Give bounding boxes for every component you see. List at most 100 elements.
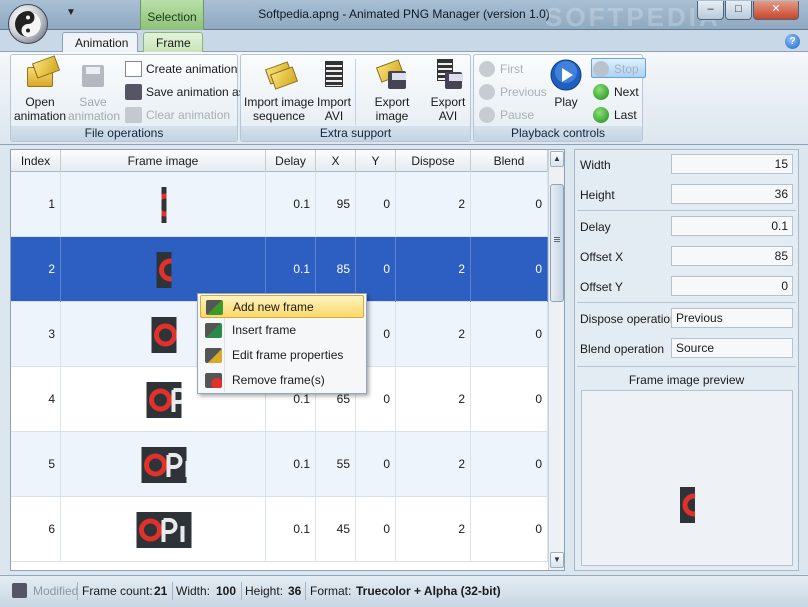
first-frame-button[interactable]: First: [478, 59, 523, 79]
frame-thumbnail: [146, 381, 181, 418]
next-frame-button[interactable]: Next: [592, 82, 639, 102]
menu-item-insert-frame[interactable]: Insert frame: [200, 319, 364, 342]
table-row[interactable]: 5 0.1 55 0 2 0: [11, 432, 548, 497]
status-modified: Modified: [33, 584, 79, 598]
status-height-label: Height:: [245, 584, 284, 598]
group-label-extra-support: Extra support: [241, 126, 470, 141]
cell-frame-image: [61, 172, 266, 237]
status-format-label: Format:: [310, 584, 352, 598]
insert-frame-icon: [205, 323, 222, 338]
column-header-blend[interactable]: Blend: [471, 150, 548, 172]
column-header-delay[interactable]: Delay: [266, 150, 316, 172]
group-label-file-operations: File operations: [11, 126, 237, 141]
save-disk-icon: [77, 59, 109, 91]
cell-x: 95: [316, 172, 356, 237]
stop-button[interactable]: Stop: [591, 58, 646, 78]
open-folder-icon: [24, 55, 61, 91]
status-width: 100: [216, 584, 237, 598]
ribbon: Open animation Save animation Create ani…: [0, 52, 808, 145]
pause-icon: [479, 107, 495, 123]
clear-animation-button[interactable]: Clear animation: [124, 105, 230, 125]
open-animation-button[interactable]: Open animation: [13, 55, 67, 125]
add-frame-icon: [206, 300, 223, 315]
scroll-up-arrow-icon[interactable]: ▲: [550, 151, 564, 167]
cell-frame-image: [61, 497, 266, 562]
pause-button[interactable]: Pause: [478, 105, 534, 125]
status-frame-count-label: Frame count:: [82, 584, 153, 598]
import-image-sequence-button[interactable]: Import image sequence: [243, 57, 315, 125]
play-button[interactable]: Play: [546, 57, 586, 125]
column-header-y[interactable]: Y: [356, 150, 396, 172]
property-separator: [577, 210, 796, 211]
grid-vertical-scrollbar[interactable]: ▲ ▼: [548, 150, 564, 570]
play-icon: [550, 59, 582, 91]
menu-item-remove-frames[interactable]: Remove frame(s): [200, 369, 364, 392]
tab-animation[interactable]: Animation: [62, 32, 138, 53]
table-row[interactable]: 1 0.1 95 0 2 0: [11, 172, 548, 237]
app-menu-orb[interactable]: [8, 4, 48, 44]
cell-dispose: 2: [396, 432, 471, 497]
column-header-frame-image[interactable]: Frame image: [61, 150, 266, 172]
tab-frame[interactable]: Frame: [143, 32, 203, 53]
ribbon-separator: [355, 59, 356, 125]
status-frame-count: 21: [154, 584, 168, 598]
import-avi-button[interactable]: Import AVI: [315, 57, 353, 125]
help-icon[interactable]: ?: [785, 34, 800, 49]
cell-blend: 0: [471, 367, 548, 432]
last-frame-button[interactable]: Last: [592, 105, 637, 125]
frame-context-menu: Add new frame Insert frame Edit frame pr…: [197, 293, 367, 394]
cell-x: 45: [316, 497, 356, 562]
status-format: Truecolor + Alpha (32-bit): [356, 584, 501, 598]
property-offset-x: Offset X 85: [575, 242, 798, 272]
cell-dispose: 2: [396, 302, 471, 367]
scrollbar-thumb[interactable]: [550, 184, 564, 302]
frame-thumbnail: [161, 186, 166, 223]
cell-dispose: 2: [396, 172, 471, 237]
cell-index: 4: [11, 367, 61, 432]
column-header-dispose[interactable]: Dispose: [396, 150, 471, 172]
column-header-index[interactable]: Index: [11, 150, 61, 172]
group-playback-controls: First Previous Pause Play Stop Next Last…: [473, 54, 646, 142]
modified-disk-icon: [12, 583, 27, 598]
create-animation-button[interactable]: Create animation: [124, 59, 237, 79]
previous-frame-button[interactable]: Previous: [478, 82, 547, 102]
close-button[interactable]: ✕: [753, 1, 799, 20]
width-field[interactable]: 15: [671, 154, 793, 174]
save-animation-button[interactable]: Save animation: [68, 57, 120, 125]
table-row[interactable]: 6 0.1 45 0 2 0: [11, 497, 548, 562]
column-header-x[interactable]: X: [316, 150, 356, 172]
cell-frame-image: [61, 432, 266, 497]
scroll-down-arrow-icon[interactable]: ▼: [550, 552, 564, 568]
edit-frame-icon: [205, 348, 222, 363]
height-field[interactable]: 36: [671, 184, 793, 204]
blend-operation-select[interactable]: Source: [671, 338, 793, 358]
cell-dispose: 2: [396, 237, 471, 302]
frame-properties-panel: Width 15 Height 36 Delay 0.1 Offset X 85…: [574, 149, 799, 571]
cell-blend: 0: [471, 432, 548, 497]
group-file-operations: Open animation Save animation Create ani…: [10, 54, 245, 142]
menu-item-add-new-frame[interactable]: Add new frame: [200, 295, 364, 318]
delay-field[interactable]: 0.1: [671, 216, 793, 236]
status-bar: Modified Frame count: 21 Width: 100 Heig…: [0, 575, 808, 607]
stop-icon: [593, 61, 609, 77]
main-area: Index Frame image Delay X Y Dispose Blen…: [0, 145, 808, 575]
grid-header: Index Frame image Delay X Y Dispose Blen…: [11, 150, 548, 172]
dispose-operation-select[interactable]: Previous: [671, 308, 793, 328]
export-images-icon: [375, 59, 408, 91]
export-image-sequence-button[interactable]: Export image sequence: [357, 57, 427, 137]
first-icon: [479, 61, 495, 77]
cell-y: 0: [356, 432, 396, 497]
minimize-button[interactable]: –: [697, 1, 724, 20]
cell-delay: 0.1: [266, 172, 316, 237]
property-delay: Delay 0.1: [575, 212, 798, 242]
menu-item-edit-frame-properties[interactable]: Edit frame properties: [200, 344, 364, 367]
ribbon-tab-strip: Animation Frame: [0, 30, 808, 53]
remove-frame-icon: [205, 373, 222, 388]
offset-y-field[interactable]: 0: [671, 276, 793, 296]
frame-thumbnail: [141, 446, 186, 483]
maximize-button[interactable]: □: [725, 1, 752, 20]
frame-preview-title: Frame image preview: [628, 373, 745, 387]
offset-x-field[interactable]: 85: [671, 246, 793, 266]
export-avi-button[interactable]: Export AVI: [428, 57, 468, 125]
save-animation-as-button[interactable]: Save animation as: [124, 82, 245, 102]
